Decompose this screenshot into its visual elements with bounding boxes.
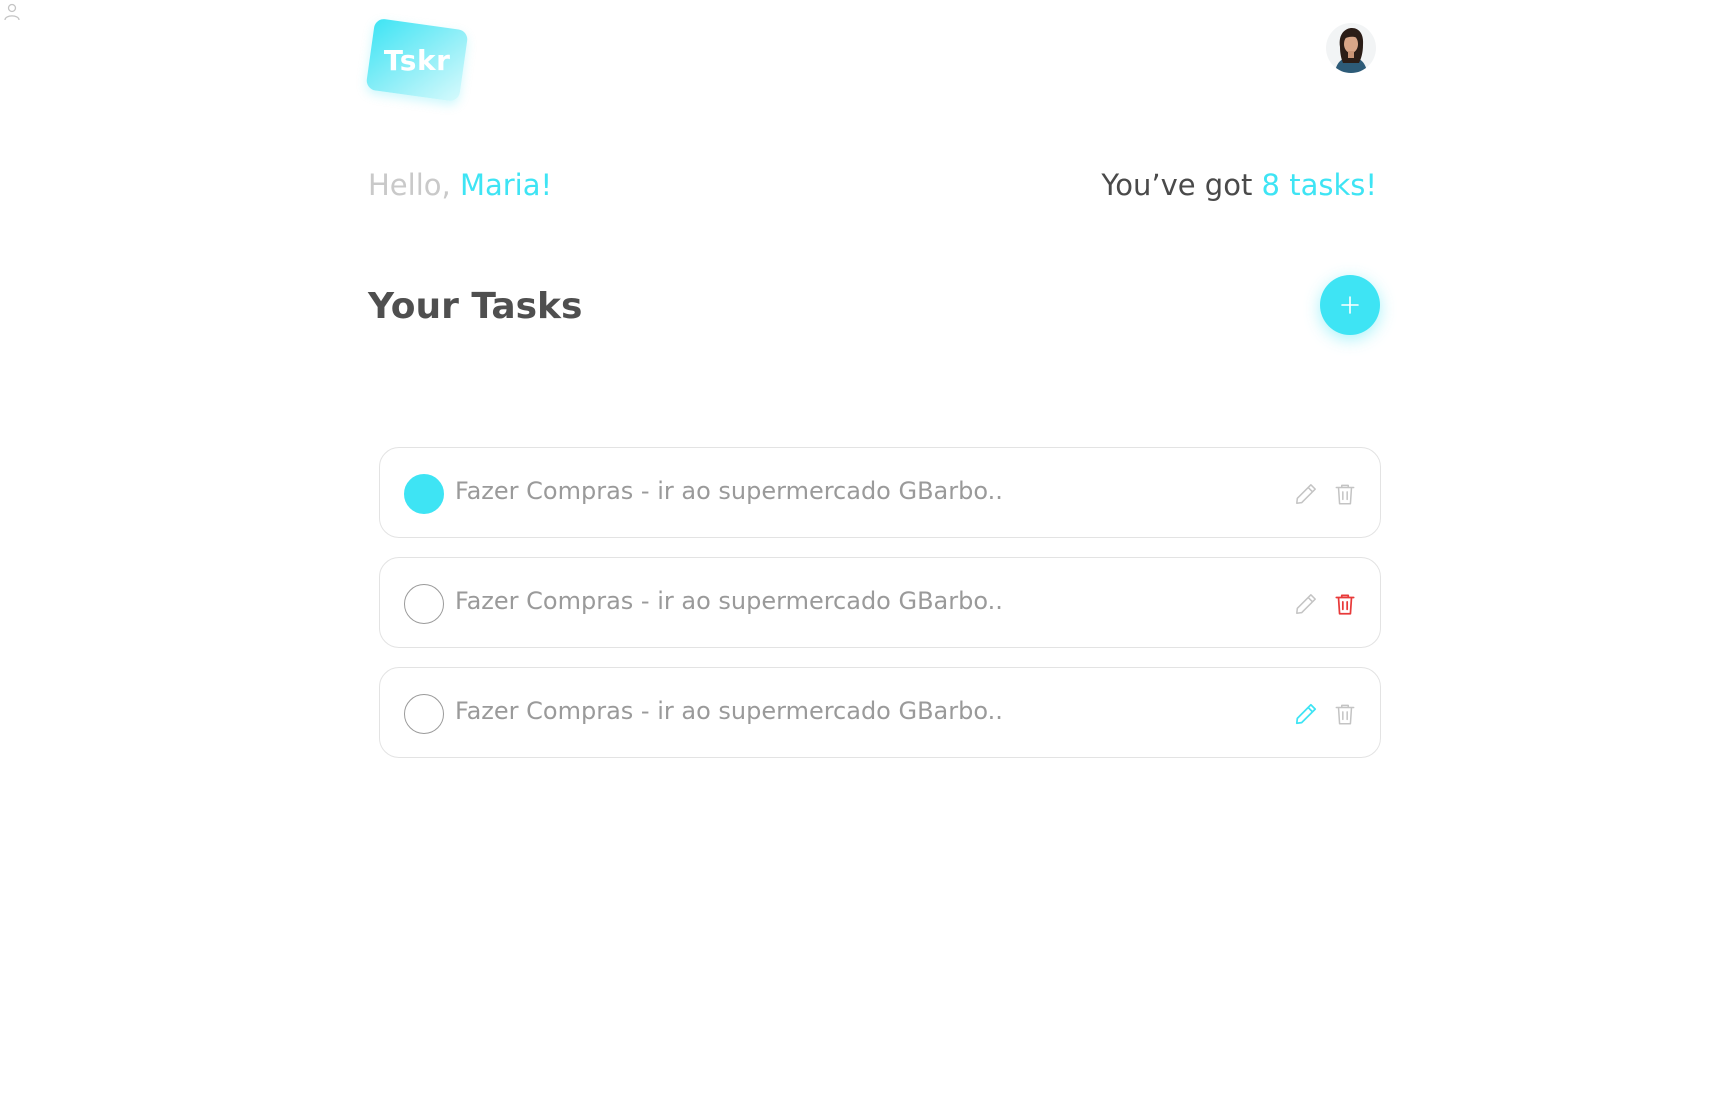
edit-task-button[interactable]: [1292, 480, 1320, 508]
trash-icon: [1335, 484, 1355, 505]
task-text: Fazer Compras - ir ao supermercado GBarb…: [455, 477, 1003, 505]
greeting-prefix: Hello,: [368, 168, 460, 202]
add-task-button[interactable]: [1320, 275, 1380, 335]
user-name: Maria!: [459, 168, 553, 202]
task-checkbox[interactable]: [404, 474, 444, 514]
task-list: Fazer Compras - ir ao supermercado GBarb…: [379, 447, 1381, 777]
task-count: You’ve got 8 tasks!: [1101, 168, 1377, 202]
trash-icon: [1335, 704, 1355, 725]
tskr-logo[interactable]: Tskr: [365, 17, 469, 103]
avatar-image: [1326, 23, 1376, 73]
task-text: Fazer Compras - ir ao supermercado GBarb…: [455, 697, 1003, 725]
pencil-icon: [1295, 703, 1317, 725]
task-checkbox[interactable]: [404, 694, 444, 734]
task-count-value: 8 tasks!: [1261, 168, 1377, 202]
user-outline-icon: [4, 3, 20, 21]
task-count-prefix: You’ve got: [1101, 168, 1262, 202]
delete-task-button[interactable]: [1331, 480, 1359, 508]
task-item: Fazer Compras - ir ao supermercado GBarb…: [379, 667, 1381, 758]
edit-task-button[interactable]: [1292, 590, 1320, 618]
edit-task-button[interactable]: [1292, 700, 1320, 728]
delete-task-button[interactable]: [1331, 700, 1359, 728]
pencil-icon: [1296, 484, 1316, 504]
page-title: Your Tasks: [368, 286, 583, 327]
pencil-icon: [1296, 594, 1316, 614]
task-item: Fazer Compras - ir ao supermercado GBarb…: [379, 557, 1381, 648]
logo-text: Tskr: [383, 43, 451, 77]
task-checkbox[interactable]: [404, 584, 444, 624]
task-text: Fazer Compras - ir ao supermercado GBarb…: [455, 587, 1003, 615]
trash-icon: [1335, 594, 1355, 615]
avatar[interactable]: [1326, 23, 1376, 73]
plus-icon: [1341, 296, 1359, 314]
greeting: Hello, Maria!: [368, 168, 552, 202]
task-item: Fazer Compras - ir ao supermercado GBarb…: [379, 447, 1381, 538]
delete-task-button[interactable]: [1331, 590, 1359, 618]
